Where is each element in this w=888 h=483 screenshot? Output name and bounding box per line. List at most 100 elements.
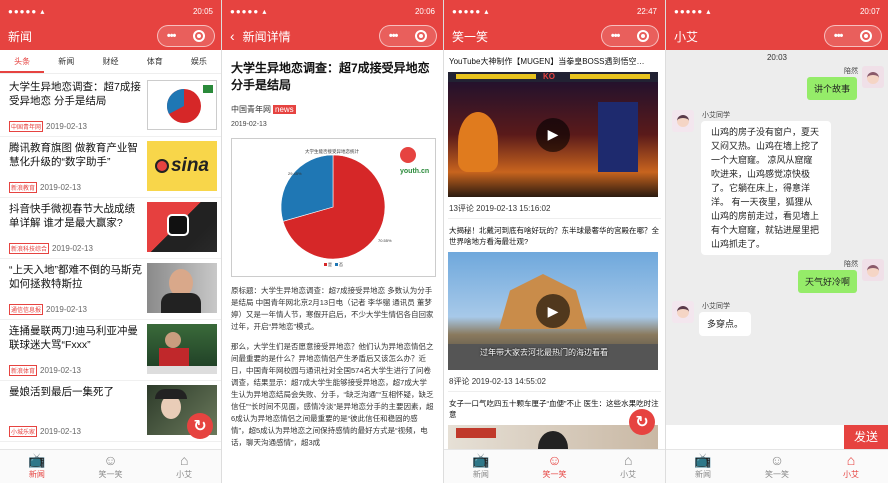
tv-icon: 📺 [28,452,46,468]
send-button[interactable]: 发送 [844,425,888,449]
tab-entertainment[interactable]: 娱乐 [177,50,221,73]
tab-smile[interactable]: ☺ 笑一笑 [740,450,814,483]
nav-bar: 小艾 ••• [666,22,888,50]
list-item[interactable]: 抖音快手微视春节大战成绩单详解 谁才是最大赢家? 新浪科技综合 2019-02-1… [0,198,221,259]
back-icon[interactable]: ‹ [230,28,235,44]
capsule-menu[interactable]: ••• [824,25,882,47]
play-icon[interactable]: ▶ [536,117,570,152]
video-player[interactable] [448,425,658,449]
news-date: 2019-02-13 [40,427,81,436]
tab-finance[interactable]: 财经 [88,50,132,73]
smile-icon: ☺ [103,452,118,468]
pie-chart: 大学生能否接受异地恋统计 70.55% 29.45% 是 否 youth.cn [280,147,429,267]
phone-chat: ●●●●● ▴ 20:07 小艾 ••• 20:03 陪然 讲个故事 小艾同学 … [666,0,888,483]
article-paragraph: 那么，大学生们是否愿意接受异地恋？他们认为异地恋情侣之间最重要的是什么？异地恋情… [231,342,434,447]
tab-xiaoai[interactable]: ⌂ 小艾 [147,450,221,483]
list-item[interactable]: 连捅曼联两刀!迪马利亚冲曼联球迷大骂“Fxxx” 新浪体育 2019-02-13 [0,320,221,381]
message-bubble: 多穿点。 [699,312,752,336]
video-time: 2019-02-13 14:55:02 [471,377,546,386]
tab-label: 新闻 [695,470,711,479]
more-icon[interactable]: ••• [389,30,399,42]
phone-news: ●●●●● ▴ 20:05 新闻 ••• 头条 新闻 财经 体育 娱乐 大学生异… [0,0,222,483]
page-title: 小艾 [674,29,699,44]
news-title: 抖音快手微视春节大战成绩单详解 谁才是最大赢家? [9,203,135,229]
list-item[interactable]: “上天入地”都难不倒的马斯克如何拯救特斯拉 通信信息报 2019-02-13 [0,259,221,320]
news-date: 2019-02-13 [46,305,87,314]
news-date: 2019-02-13 [52,244,93,253]
tab-label: 笑一笑 [98,470,123,479]
signal-indicator: ●●●●● ▴ [452,6,490,16]
video-item[interactable]: 大揭秘！北戴河到底有啥好玩的？东半球最奢华的宫殿在哪？全世界啥地方看海最壮观? … [444,219,665,392]
refresh-button[interactable]: ↻ [629,409,655,435]
refresh-button[interactable]: ↻ [187,413,213,439]
phone-videos: ●●●●● ▴ 22:47 笑一笑 ••• YouTube大神制作【MUGEN】… [444,0,666,483]
signal-indicator: ●●●●● ▴ [230,6,268,16]
more-icon[interactable]: ••• [834,30,844,42]
message-bubble: 山鸡的房子没有窗户，夏天又闷又热。山鸡在墙上挖了一个大窟窿。 凉风从窟窿吹进来，… [701,121,831,255]
legend-label-yes: 是 [328,261,332,267]
tab-label: 新闻 [28,470,45,479]
video-caption: 过年带大家去河北最热门的海边看看 [480,348,608,357]
video-player[interactable]: ▶ 过年带大家去河北最热门的海边看看 [448,252,658,370]
tab-xiaoai[interactable]: ⌂ 小艾 [591,450,665,483]
robot-icon: ⌂ [846,452,856,468]
news-title: 连捅曼联两刀!迪马利亚冲曼联球迷大骂“Fxxx” [9,325,138,351]
bot-avatar [672,301,694,323]
article-source-line: 中国青年网 news [231,104,434,115]
sina-eye-icon [154,159,169,173]
tab-bar: 📺 新闻 ☺ 笑一笑 ⌂ 小艾 [444,449,665,483]
page-title: 新闻 [8,29,33,44]
tab-news[interactable]: 📺 新闻 [666,450,740,483]
news-thumbnail [147,80,217,130]
video-title: 大揭秘！北戴河到底有啥好玩的？东半球最奢华的宫殿在哪？全世界啥地方看海最壮观? [449,226,659,246]
slice-label-yes: 70.55% [378,238,392,243]
more-icon[interactable]: ••• [167,30,177,42]
category-tabs: 头条 新闻 财经 体育 娱乐 [0,50,221,74]
list-item[interactable]: 曼娘活到最后一集死了 小城乐家 2019-02-13 [0,381,221,442]
sender-name: 小艾同学 [702,303,730,310]
status-bar: ●●●●● ▴ 20:05 [0,0,221,22]
tab-headline[interactable]: 头条 [0,50,45,73]
chat-message-right: 陪然 讲个故事 [666,62,888,108]
user-avatar [862,66,884,88]
tab-smile[interactable]: ☺ 笑一笑 [74,450,148,483]
status-time: 22:47 [636,6,657,16]
play-icon[interactable]: ▶ [536,294,570,328]
news-source: 通信信息报 [9,304,44,315]
tab-news[interactable]: 📺 新闻 [444,450,518,483]
phone-article: ●●●●● ▴ 20:06 ‹ 新闻详情 ••• 大学生异地恋调查：超7成接受异… [222,0,444,483]
nav-bar: 新闻 ••• [0,22,221,50]
status-time: 20:06 [414,6,435,16]
close-icon[interactable] [637,30,650,42]
page-title: 笑一笑 [452,29,489,44]
comment-count: 8评论 [449,377,470,386]
tab-news[interactable]: 新闻 [44,50,88,73]
capsule-menu[interactable]: ••• [157,25,215,47]
legend-swatch-yes [324,263,327,266]
tab-news[interactable]: 📺 新闻 [0,450,74,483]
nav-bar: ‹ 新闻详情 ••• [222,22,443,50]
chat-area: 20:03 陪然 讲个故事 小艾同学 山鸡的房子没有窗户，夏天又闷又热。山鸡在墙… [666,50,888,449]
tab-xiaoai[interactable]: ⌂ 小艾 [814,450,888,483]
video-meta: 13评论 2019-02-13 15:16:02 [448,197,661,219]
legend-swatch-no [335,263,338,266]
capsule-menu[interactable]: ••• [601,25,659,47]
news-source: 新浪科技综合 [9,243,50,254]
portrait-thumbnail [147,263,217,313]
more-icon[interactable]: ••• [611,30,621,42]
video-item[interactable]: YouTube大神制作【MUGEN】当拳皇BOSS遇到悟空… KO ▶ 13评论… [444,50,665,219]
list-item[interactable]: 腾讯教育旗图 做教育产业智慧化升级的“数字助手” 新浪教育 2019-02-13 … [0,137,221,198]
close-icon[interactable] [860,30,873,42]
tab-smile[interactable]: ☺ 笑一笑 [518,450,592,483]
tab-sports[interactable]: 体育 [133,50,177,73]
news-source: 新浪体育 [9,365,38,376]
news-date: 2019-02-13 [40,183,81,192]
capsule-menu[interactable]: ••• [379,25,437,47]
video-player[interactable]: KO ▶ [448,72,658,197]
close-icon[interactable] [193,30,206,42]
close-icon[interactable] [415,30,428,42]
smile-icon: ☺ [769,452,785,468]
list-item[interactable]: 大学生异地恋调查：超7成接受异地恋 分手是结局 中国青年网 2019-02-13 [0,76,221,137]
article-title: 大学生异地恋调查：超7成接受异地恋 分手是结局 [231,61,430,92]
tab-label: 新闻 [472,470,489,479]
